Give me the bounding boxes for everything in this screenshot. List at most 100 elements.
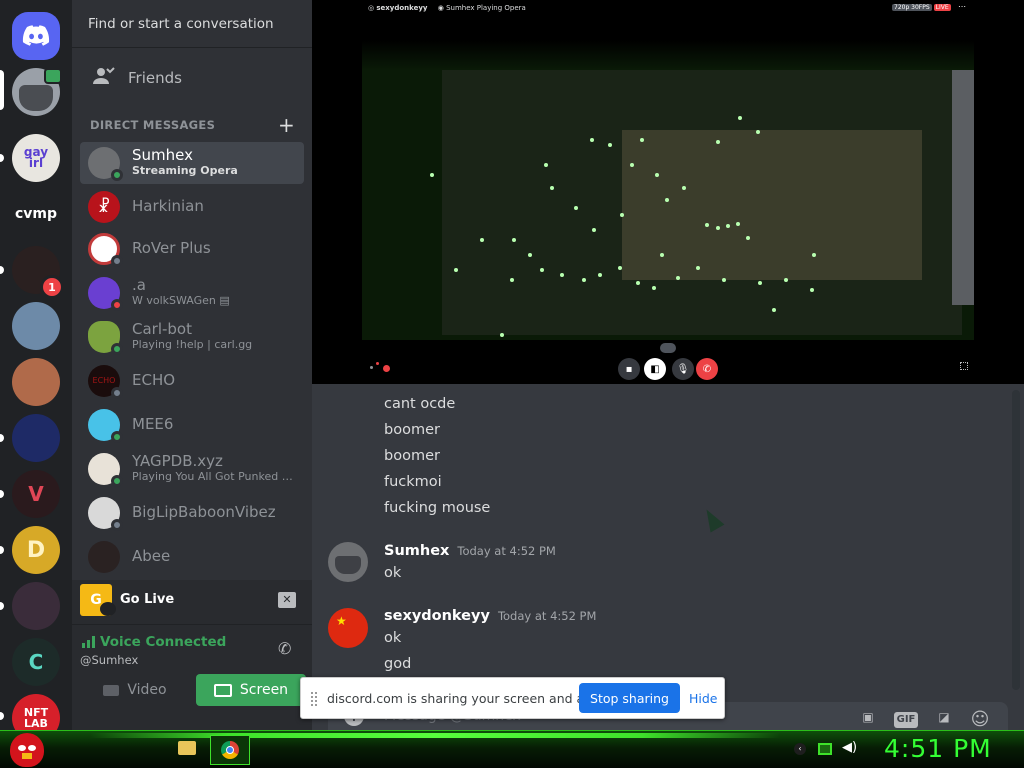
server-blue-avatar[interactable]	[12, 302, 60, 350]
chat-message-line: god	[384, 656, 412, 672]
message-author[interactable]: sexydonkeyy Today at 4:52 PM	[384, 608, 596, 624]
direct-messages-header: DIRECT MESSAGES	[90, 118, 216, 132]
search-input[interactable]: Find or start a conversation	[88, 16, 274, 32]
video-camera-icon	[103, 684, 120, 696]
dm-item-rover-plus[interactable]: RoVer Plus	[80, 228, 304, 270]
server-unread-pill	[0, 154, 4, 162]
gif-button[interactable]: GIF	[894, 712, 918, 728]
friends-label: Friends	[128, 69, 182, 87]
microphone-button[interactable]: 🎙	[672, 358, 694, 380]
status-dot	[111, 475, 123, 487]
dm-item-abee[interactable]: Abee	[80, 536, 304, 578]
message-timestamp: Today at 4:52 PM	[497, 609, 597, 623]
status-dot	[111, 299, 123, 311]
hide-button[interactable]: Hide	[689, 691, 718, 706]
drag-handle-icon[interactable]	[311, 692, 317, 706]
fullscreen-icon[interactable]	[960, 362, 968, 370]
chat-message-line: fuckmoi	[384, 474, 442, 490]
friends-nav-item[interactable]: Friends	[80, 58, 304, 98]
screen-share-badge-icon	[44, 68, 62, 84]
video-button[interactable]: Video	[80, 674, 190, 706]
message-author[interactable]: Sumhex Today at 4:52 PM	[384, 543, 556, 559]
dm-item-carl-bot[interactable]: Carl-bot Playing !help | carl.gg	[80, 316, 304, 358]
avatar: ☧	[88, 191, 120, 223]
network-icon[interactable]	[818, 743, 832, 755]
volume-icon[interactable]: ◀)	[842, 740, 857, 755]
go-live-bar[interactable]: G Go Live ✕	[72, 580, 312, 624]
status-dot	[111, 519, 123, 531]
stream-viewer[interactable]: ◎ sexydonkeyy ◉ Sumhex Playing Opera 720…	[312, 0, 1024, 384]
server-unread-pill	[0, 712, 4, 720]
camera-badge-icon	[100, 602, 116, 616]
server-bearded-face[interactable]	[12, 358, 60, 406]
game-screen	[362, 40, 974, 340]
voice-status[interactable]: Voice Connected	[100, 634, 226, 650]
status-dot	[111, 431, 123, 443]
mention-badge: 1	[40, 275, 64, 299]
dm-item-mee6[interactable]: MEE6	[80, 404, 304, 446]
stream-quality-badge: 720p 30FPS LIVE	[892, 4, 951, 11]
tray-chevron-icon[interactable]: ‹	[794, 743, 806, 755]
chat-message-line: boomer	[384, 448, 440, 464]
flag-stars-icon: ★	[336, 614, 347, 628]
signal-strength-icon	[82, 636, 96, 648]
dm-item-echo[interactable]: ECHO ECHO	[80, 360, 304, 402]
stop-stream-icon[interactable]: ✕	[278, 592, 296, 608]
dm-item-biglipbaboonvibez[interactable]: BigLipBaboonVibez	[80, 492, 304, 534]
note-icon: ▤	[219, 294, 230, 307]
disconnect-call-icon[interactable]: ✆	[278, 639, 298, 659]
start-button-angry-bird-icon[interactable]	[10, 733, 44, 767]
viewers-icon	[660, 343, 676, 353]
search-bar[interactable]: Find or start a conversation	[72, 0, 312, 48]
dm-item-yagpdb[interactable]: YAGPDB.xyz Playing You All Got Punked Du…	[80, 448, 304, 490]
chat-message-line: ok	[384, 630, 402, 646]
server-rail: gay irl cvmp 1 V D C NFT LAB	[0, 0, 72, 742]
taskbar-clock[interactable]: 4:51 PM	[884, 734, 992, 763]
server-gay-irl[interactable]: gay irl	[12, 134, 60, 182]
sticker-icon[interactable]: ◪	[932, 710, 956, 730]
server-selected-pill	[0, 70, 4, 110]
dm-sidebar: Find or start a conversation Friends DIR…	[72, 0, 312, 730]
voice-connection-panel: Voice Connected @Sumhex ✆ Video Screen	[72, 624, 312, 730]
screen-share-button[interactable]: Screen	[196, 674, 306, 706]
server-anime[interactable]	[12, 582, 60, 630]
file-explorer-icon[interactable]	[178, 741, 196, 755]
status-dot	[111, 343, 123, 355]
server-valorant[interactable]: V	[12, 470, 60, 518]
server-unread-pill	[0, 434, 4, 442]
screen-sharing-notification: discord.com is sharing your screen and a…	[300, 677, 725, 719]
status-dot	[111, 387, 123, 399]
stream-title-icon: ◉	[437, 4, 447, 12]
server-gold-d[interactable]: D	[12, 526, 60, 574]
message-avatar-sumhex[interactable]	[328, 542, 368, 582]
game-particles	[430, 116, 816, 337]
emoji-icon[interactable]: ☺	[968, 710, 992, 730]
chat-scrollbar[interactable]	[1012, 390, 1020, 690]
disconnect-button[interactable]: ✆	[696, 358, 718, 380]
server-unread-pill	[0, 602, 4, 610]
message-timestamp: Today at 4:52 PM	[457, 544, 556, 558]
avatar	[19, 85, 53, 111]
message-avatar-sexydonkeyy[interactable]: ★	[328, 608, 368, 648]
mouse-cursor-icon	[699, 505, 725, 533]
gift-icon[interactable]: ▣	[856, 710, 880, 730]
create-dm-plus-icon[interactable]: +	[278, 113, 295, 137]
taskbar: ‹ ◀) 4:51 PM	[0, 730, 1024, 768]
status-dot	[111, 169, 123, 181]
server-c-logo[interactable]: C	[12, 638, 60, 686]
dm-item-sumhex[interactable]: Sumhex Streaming Opera	[80, 142, 304, 184]
discord-home-button[interactable]	[12, 12, 60, 60]
chat-message-line: ok	[384, 565, 402, 581]
dm-item-harkinian[interactable]: ☧ Harkinian	[80, 186, 304, 228]
more-options-icon[interactable]: ⋯	[958, 2, 966, 11]
stop-sharing-button[interactable]: Stop sharing	[579, 683, 680, 713]
camera-toggle-button[interactable]: ▪	[618, 358, 640, 380]
sharing-message: discord.com is sharing your screen and a…	[327, 691, 615, 706]
chat-message-line: cant ocde	[384, 396, 456, 412]
server-monopoly-man[interactable]	[12, 414, 60, 462]
dm-item-a[interactable]: .a W volkSWAGen ▤	[80, 272, 304, 314]
server-cvmp[interactable]: cvmp	[12, 190, 60, 238]
chrome-taskbar-button[interactable]	[210, 735, 250, 765]
status-dot	[111, 255, 123, 267]
screen-share-toggle-button[interactable]: ◧	[644, 358, 666, 380]
